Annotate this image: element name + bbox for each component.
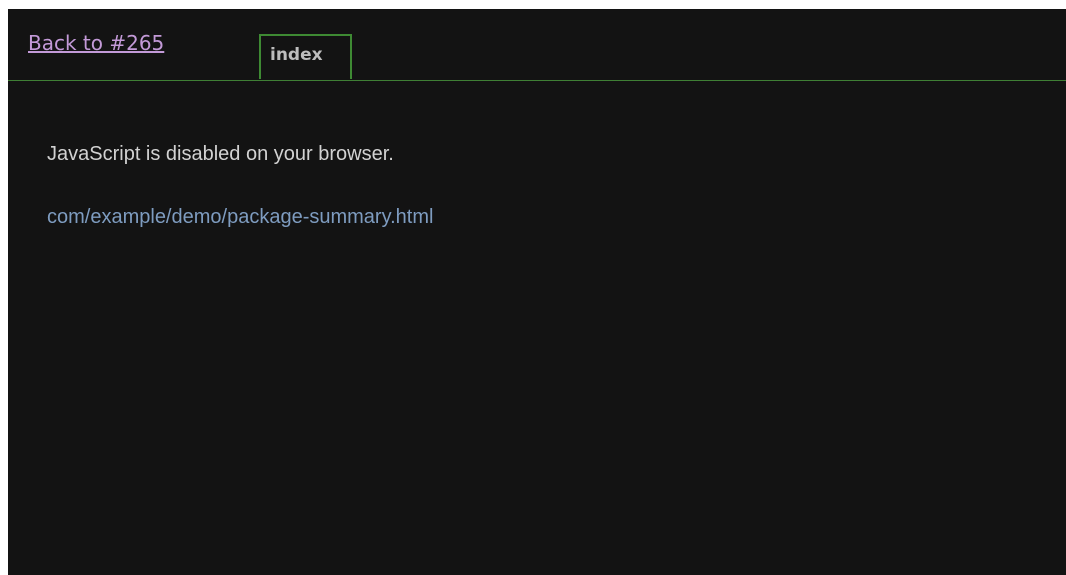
- javascript-disabled-message: JavaScript is disabled on your browser.: [47, 143, 394, 165]
- page-frame: Back to #265 index JavaScript is disable…: [8, 9, 1066, 575]
- tab-index[interactable]: index: [259, 34, 352, 79]
- top-bar: Back to #265 index: [8, 9, 1066, 81]
- back-link[interactable]: Back to #265: [28, 31, 164, 55]
- package-summary-link[interactable]: com/example/demo/package-summary.html: [47, 206, 433, 229]
